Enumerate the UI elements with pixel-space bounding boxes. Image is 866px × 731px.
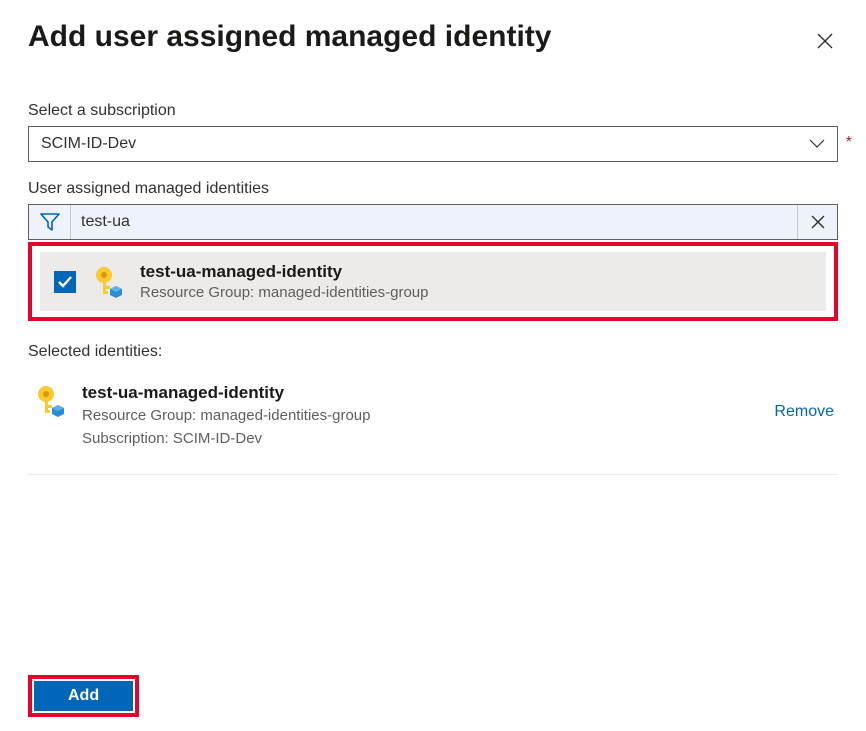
required-indicator: * — [846, 134, 852, 152]
result-name: test-ua-managed-identity — [140, 262, 429, 282]
add-highlight: Add — [28, 675, 139, 717]
filter-row — [28, 204, 838, 240]
checkmark-icon — [58, 276, 72, 288]
filter-icon — [40, 213, 60, 231]
add-button[interactable]: Add — [34, 681, 133, 711]
chevron-down-icon — [809, 139, 825, 149]
remove-link[interactable]: Remove — [774, 403, 834, 421]
filter-input[interactable] — [71, 205, 797, 239]
subscription-select[interactable]: SCIM-ID-Dev — [28, 126, 838, 162]
page-title: Add user assigned managed identity — [28, 20, 551, 54]
clear-icon — [810, 214, 826, 230]
selected-label: Selected identities: — [28, 343, 838, 361]
managed-identity-icon — [90, 264, 126, 300]
close-icon — [816, 32, 834, 50]
identity-checkbox[interactable] — [54, 271, 76, 293]
dialog-footer: Add — [28, 675, 139, 717]
result-meta: Resource Group: managed-identities-group — [140, 284, 429, 301]
selected-rg: Resource Group: managed-identities-group — [82, 405, 760, 428]
managed-identity-icon — [32, 383, 68, 419]
filter-icon-cell — [29, 205, 71, 239]
close-button[interactable] — [812, 28, 838, 54]
subscription-label: Select a subscription — [28, 102, 838, 120]
subscription-value: SCIM-ID-Dev — [41, 135, 136, 153]
selected-name: test-ua-managed-identity — [82, 383, 760, 403]
selected-sub: Subscription: SCIM-ID-Dev — [82, 428, 760, 451]
identity-result-row[interactable]: test-ua-managed-identity Resource Group:… — [40, 252, 826, 311]
subscription-select-wrap: SCIM-ID-Dev * — [28, 126, 838, 162]
selected-text: test-ua-managed-identity Resource Group:… — [82, 383, 760, 450]
selected-identity-row: test-ua-managed-identity Resource Group:… — [28, 383, 838, 475]
result-text: test-ua-managed-identity Resource Group:… — [140, 262, 429, 301]
identities-label: User assigned managed identities — [28, 180, 838, 198]
clear-filter-button[interactable] — [797, 205, 837, 239]
result-highlight: test-ua-managed-identity Resource Group:… — [28, 242, 838, 321]
dialog-header: Add user assigned managed identity — [28, 20, 838, 54]
